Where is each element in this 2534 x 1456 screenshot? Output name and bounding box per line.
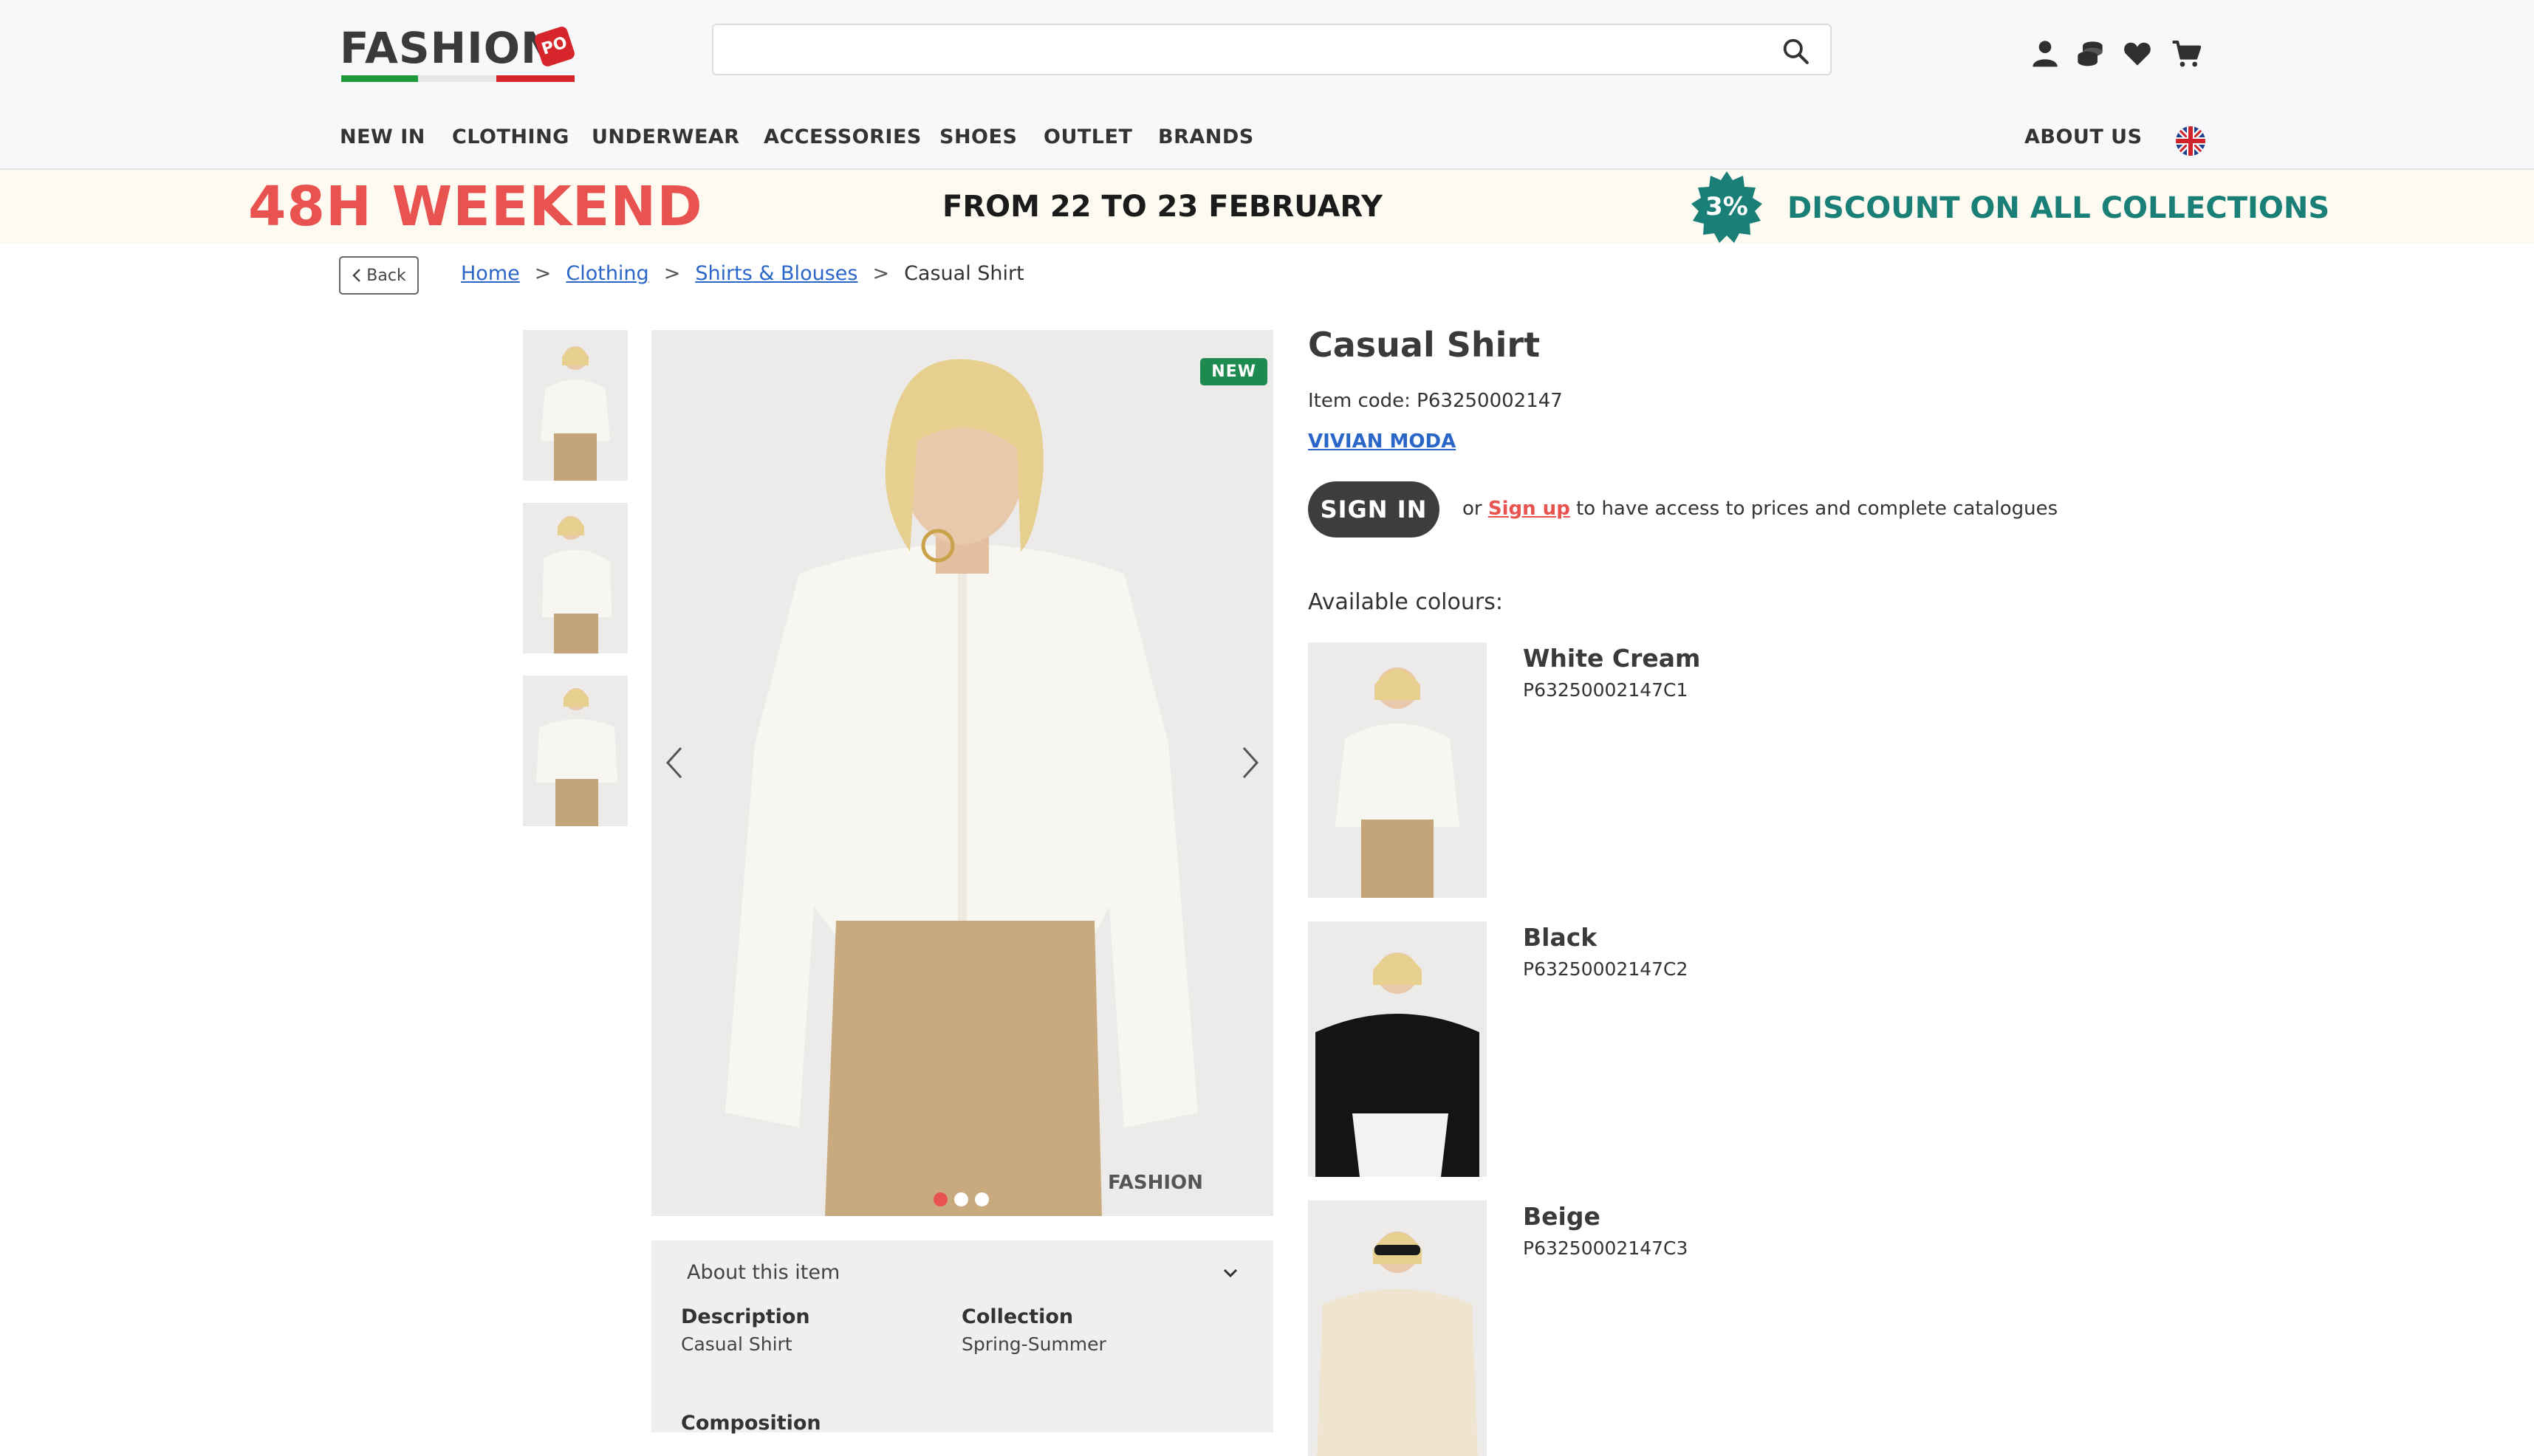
logo-text: FASHION [340, 23, 558, 73]
nav-clothing[interactable]: CLOTHING [452, 126, 569, 148]
carousel-dot[interactable] [954, 1192, 968, 1206]
discount-badge-text: 3% [1705, 192, 1748, 222]
back-button[interactable]: Back [339, 256, 419, 295]
product-photo-thumb [523, 676, 628, 826]
colour-name[interactable]: White Cream [1523, 644, 1700, 673]
colour-code: P63250002147C1 [1523, 679, 1688, 701]
colour-swatch-beige[interactable] [1308, 1201, 1487, 1456]
product-title: Casual Shirt [1308, 325, 1541, 365]
nav-brands[interactable]: BRANDS [1158, 126, 1254, 148]
promo-banner[interactable]: 48H WEEKEND FROM 22 TO 23 FEBRUARY 3% DI… [0, 170, 2534, 244]
product-photo-thumb [523, 503, 628, 653]
cart-icon[interactable] [2171, 38, 2201, 68]
nav-new-in[interactable]: NEW IN [340, 126, 425, 148]
chevron-down-icon[interactable] [1220, 1263, 1241, 1283]
product-main-image[interactable]: NEW FASHION [651, 330, 1273, 1216]
about-this-item[interactable]: About this item Description Casual Shirt… [651, 1240, 1273, 1435]
breadcrumb-current: Casual Shirt [904, 262, 1024, 285]
logo-flag-bar [341, 75, 575, 82]
breadcrumb-separator: > [534, 262, 552, 285]
site-header: FASHION PO NEW IN CLOTHING UNDERWEAR ACC… [0, 0, 2534, 170]
thumbnail-2[interactable] [523, 503, 628, 653]
user-icon[interactable] [2030, 38, 2060, 68]
sign-in-button[interactable]: SIGN IN [1308, 481, 1439, 538]
spec-collection-value: Spring-Summer [962, 1333, 1106, 1355]
promo-discount-text: DISCOUNT ON ALL COLLECTIONS [1787, 191, 2330, 225]
product-photo-thumb [523, 330, 628, 481]
spec-composition-label: Composition [681, 1412, 821, 1435]
carousel-next-arrow-icon[interactable] [1235, 741, 1264, 785]
colour-code: P63250002147C3 [1523, 1237, 1688, 1259]
coins-icon[interactable] [2075, 38, 2105, 68]
colour-code: P63250002147C2 [1523, 958, 1688, 980]
colour-photo [1308, 642, 1487, 898]
colour-photo [1308, 1201, 1487, 1456]
breadcrumb-home[interactable]: Home [461, 262, 520, 285]
search-input[interactable] [727, 32, 1749, 68]
new-badge: NEW [1200, 358, 1267, 385]
uk-flag-icon[interactable] [2176, 126, 2205, 156]
carousel-prev-arrow-icon[interactable] [660, 741, 690, 785]
signup-link[interactable]: Sign up [1488, 498, 1570, 520]
breadcrumb-shirts-blouses[interactable]: Shirts & Blouses [695, 262, 857, 285]
brand-link[interactable]: VIVIAN MODA [1308, 430, 1456, 453]
breadcrumb-separator: > [872, 262, 890, 285]
discount-badge: 3% [1690, 170, 1764, 244]
carousel-dot[interactable] [975, 1192, 989, 1206]
nav-shoes[interactable]: SHOES [939, 126, 1017, 148]
site-logo[interactable]: FASHION PO [340, 22, 576, 84]
nav-accessories[interactable]: ACCESSORIES [764, 126, 922, 148]
colour-name[interactable]: Beige [1523, 1202, 1600, 1231]
image-watermark: FASHION [1108, 1172, 1203, 1194]
about-item-title: About this item [687, 1261, 840, 1284]
breadcrumb: Home > Clothing > Shirts & Blouses > Casual Sh… [461, 262, 1024, 285]
heart-icon[interactable] [2123, 38, 2152, 68]
colours-label: Available colours: [1308, 589, 1503, 615]
item-code: Item code: P63250002147 [1308, 390, 1563, 412]
promo-dates: FROM 22 TO 23 FEBRUARY [942, 190, 1383, 224]
nav-outlet[interactable]: OUTLET [1044, 126, 1132, 148]
thumbnail-1[interactable] [523, 330, 628, 481]
breadcrumb-clothing[interactable]: Clothing [566, 262, 648, 285]
signup-or: or [1462, 498, 1482, 520]
product-photo [651, 330, 1273, 1216]
breadcrumb-separator: > [663, 262, 681, 285]
colour-swatch-black[interactable] [1308, 921, 1487, 1177]
spec-description-label: Description [681, 1305, 810, 1328]
chevron-left-icon [352, 269, 361, 282]
signup-prompt: or Sign up to have access to prices and … [1462, 498, 2058, 520]
thumbnail-3[interactable] [523, 676, 628, 826]
back-label: Back [366, 266, 406, 285]
nav-about-us[interactable]: ABOUT US [2024, 126, 2143, 148]
promo-title: 48H WEEKEND [248, 175, 703, 238]
search-icon[interactable] [1781, 37, 1809, 65]
colour-swatch-white-cream[interactable] [1308, 642, 1487, 898]
signup-suffix: to have access to prices and complete ca… [1576, 498, 2058, 520]
search-box[interactable] [712, 24, 1832, 75]
spec-collection-label: Collection [962, 1305, 1074, 1328]
nav-underwear[interactable]: UNDERWEAR [592, 126, 740, 148]
spec-description-value: Casual Shirt [681, 1333, 792, 1355]
colour-name[interactable]: Black [1523, 923, 1597, 952]
colour-photo [1308, 921, 1487, 1177]
carousel-dot[interactable] [934, 1192, 948, 1206]
